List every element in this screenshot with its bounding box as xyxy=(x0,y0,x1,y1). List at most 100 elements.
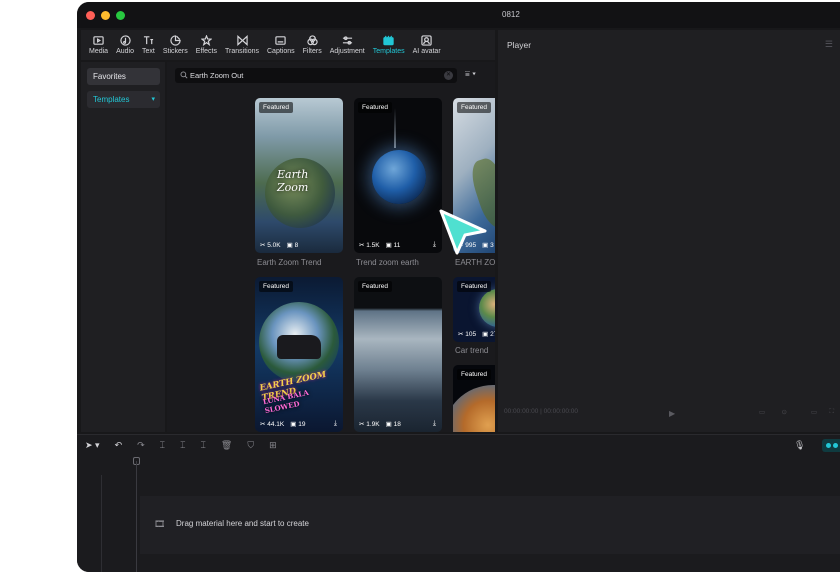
clips-icon: ▣ xyxy=(286,242,293,249)
filter-sort-button[interactable]: ⩸ ▾ xyxy=(465,69,476,79)
delete-icon[interactable]: 🗑 xyxy=(221,440,232,451)
tab-transitions[interactable]: Transitions xyxy=(221,30,263,60)
stickers-icon xyxy=(170,35,181,46)
transitions-icon xyxy=(236,35,248,46)
filter-icon: ⩸ xyxy=(465,69,470,78)
main-track-dropzone[interactable]: 🎞 Drag material here and start to create xyxy=(140,496,840,554)
timeline: ➤ ▾ ↶ ↷ ⌶ ⌶ ⌶ 🗑 ⛉ ⊞ 🎙 🎞 Drag material he… xyxy=(77,434,840,572)
featured-badge: Featured xyxy=(457,102,492,113)
redo-icon[interactable]: ↷ xyxy=(137,440,145,451)
template-card[interactable]: EARTH ZOOM TREND LUNA BALA SLOWED Featur… xyxy=(255,277,343,432)
filters-icon xyxy=(306,35,318,46)
card-title: Earth Zoom Trend xyxy=(257,258,322,267)
card-title: EARTH ZOOM OUT xyxy=(455,258,495,267)
timeline-link-toggle[interactable] xyxy=(822,439,840,452)
template-card[interactable]: Featured xyxy=(453,365,495,432)
film-icon: 🎞 xyxy=(154,519,166,529)
title-bar: 0812 xyxy=(77,2,840,28)
card-title: Car trend xyxy=(455,346,489,355)
card-stats: ✂ 44.1K ▣ 19 xyxy=(260,421,306,428)
close-window-button[interactable] xyxy=(86,11,95,20)
audio-icon xyxy=(119,35,131,46)
split-right-icon[interactable]: ⌶ xyxy=(200,440,205,451)
split-left-icon[interactable]: ⌶ xyxy=(180,440,185,451)
featured-badge: Featured xyxy=(259,281,294,292)
undo-icon[interactable]: ↶ xyxy=(115,440,123,451)
zoom-fit-icon[interactable]: ⊙ xyxy=(782,408,787,416)
player-title: Player xyxy=(507,40,532,50)
player-panel: Player ☰ 00:00:00:00 | 00:00:00:00 ▶ ▭ ⊙… xyxy=(498,30,840,432)
card-overlay-text: Earth Zoom xyxy=(277,168,309,194)
tab-filters[interactable]: Filters xyxy=(299,30,326,60)
tab-text[interactable]: Text xyxy=(138,30,159,60)
effects-icon xyxy=(200,35,212,46)
window-title: 0812 xyxy=(502,10,520,19)
captions-icon xyxy=(275,36,286,45)
clips-icon: ▣ xyxy=(385,242,392,249)
download-icon[interactable]: ⤓ xyxy=(433,420,436,428)
text-icon xyxy=(143,36,153,45)
sidebar-item-favorites[interactable]: Favorites xyxy=(87,68,160,85)
adjustment-icon xyxy=(342,36,352,45)
app-window: 0812 Media Audio Text Stickers Effects T… xyxy=(77,2,840,572)
tab-media[interactable]: Media xyxy=(85,30,112,60)
card-stats: ✂ 105 ▣ 27 xyxy=(458,331,495,338)
uses-icon: ✂ xyxy=(458,331,464,338)
chevron-down-icon: ▾ xyxy=(472,69,477,78)
timeline-toolbar: ➤ ▾ ↶ ↷ ⌶ ⌶ ⌶ 🗑 ⛉ ⊞ xyxy=(85,440,277,451)
featured-badge: Featured xyxy=(457,369,492,380)
featured-badge: Featured xyxy=(358,102,393,113)
clips-icon: ▣ xyxy=(290,421,297,428)
menu-icon[interactable]: ☰ xyxy=(825,39,833,50)
featured-badge: Featured xyxy=(259,102,294,113)
split-icon[interactable]: ⌶ xyxy=(160,440,165,451)
search-input[interactable]: Earth Zoom Out ✕ xyxy=(175,68,457,83)
uses-icon: ✂ xyxy=(359,421,365,428)
play-icon[interactable]: ▶ xyxy=(669,409,675,418)
ratio-icon[interactable]: ▭ xyxy=(759,408,765,416)
dropzone-hint: Drag material here and start to create xyxy=(176,519,309,528)
fullscreen-icon[interactable]: ⛶ xyxy=(829,408,834,416)
category-sidebar: Favorites Templates ▾ xyxy=(81,62,165,432)
card-stats: ✂ 1.5K ▣ 11 xyxy=(359,242,401,249)
clips-icon: ▣ xyxy=(482,331,489,338)
sidebar-item-label: Templates xyxy=(93,95,130,104)
clear-search-icon[interactable]: ✕ xyxy=(444,71,453,80)
tab-effects[interactable]: Effects xyxy=(192,30,221,60)
download-icon[interactable]: ⤓ xyxy=(433,241,436,249)
tab-stickers[interactable]: Stickers xyxy=(159,30,192,60)
tab-ai-avatar[interactable]: AI avatar xyxy=(409,30,445,60)
template-card[interactable]: Featured ✂ 105 ▣ 27 ⤓ xyxy=(453,277,495,342)
track-divider xyxy=(101,475,102,572)
featured-badge: Featured xyxy=(457,281,492,292)
tab-audio[interactable]: Audio xyxy=(112,30,138,60)
pointer-cursor-icon xyxy=(439,209,487,255)
tab-captions[interactable]: Captions xyxy=(263,30,299,60)
card-stats: ✂ 1.9K ▣ 18 xyxy=(359,421,401,428)
template-card[interactable]: Featured ✂ 1.9K ▣ 18 ⤓ xyxy=(354,277,442,432)
template-card[interactable]: Featured ✂ 1.5K ▣ 11 ⤓ xyxy=(354,98,442,253)
uses-icon: ✂ xyxy=(260,421,266,428)
sidebar-item-templates[interactable]: Templates ▾ xyxy=(87,91,160,108)
tab-adjustment[interactable]: Adjustment xyxy=(326,30,369,60)
download-icon[interactable]: ⤓ xyxy=(334,420,337,428)
search-value: Earth Zoom Out xyxy=(190,71,244,80)
player-controls: 00:00:00:00 | 00:00:00:00 ▶ ▭ ⊙ ▭ ⛶ xyxy=(504,408,837,420)
timecode: 00:00:00:00 | 00:00:00:00 xyxy=(504,408,578,415)
tab-templates[interactable]: Templates xyxy=(369,30,409,60)
select-tool-icon[interactable]: ➤ ▾ xyxy=(85,440,100,451)
ai-avatar-icon xyxy=(421,35,432,46)
minimize-window-button[interactable] xyxy=(101,11,110,20)
aspect-ratio-icon[interactable]: ▭ xyxy=(811,408,817,416)
clips-icon: ▣ xyxy=(385,421,392,428)
media-toolbar: Media Audio Text Stickers Effects Transi… xyxy=(81,30,495,60)
search-icon xyxy=(180,71,188,79)
template-card[interactable]: Earth Zoom Featured ✂ 5.0K ▣ 8 xyxy=(255,98,343,253)
playhead-line xyxy=(136,461,137,572)
uses-icon: ✂ xyxy=(359,242,365,249)
add-media-icon[interactable]: ⊞ xyxy=(269,440,277,451)
shield-icon[interactable]: ⛉ xyxy=(247,440,254,451)
templates-icon xyxy=(383,35,394,46)
microphone-icon[interactable]: 🎙 xyxy=(794,440,805,451)
maximize-window-button[interactable] xyxy=(116,11,125,20)
